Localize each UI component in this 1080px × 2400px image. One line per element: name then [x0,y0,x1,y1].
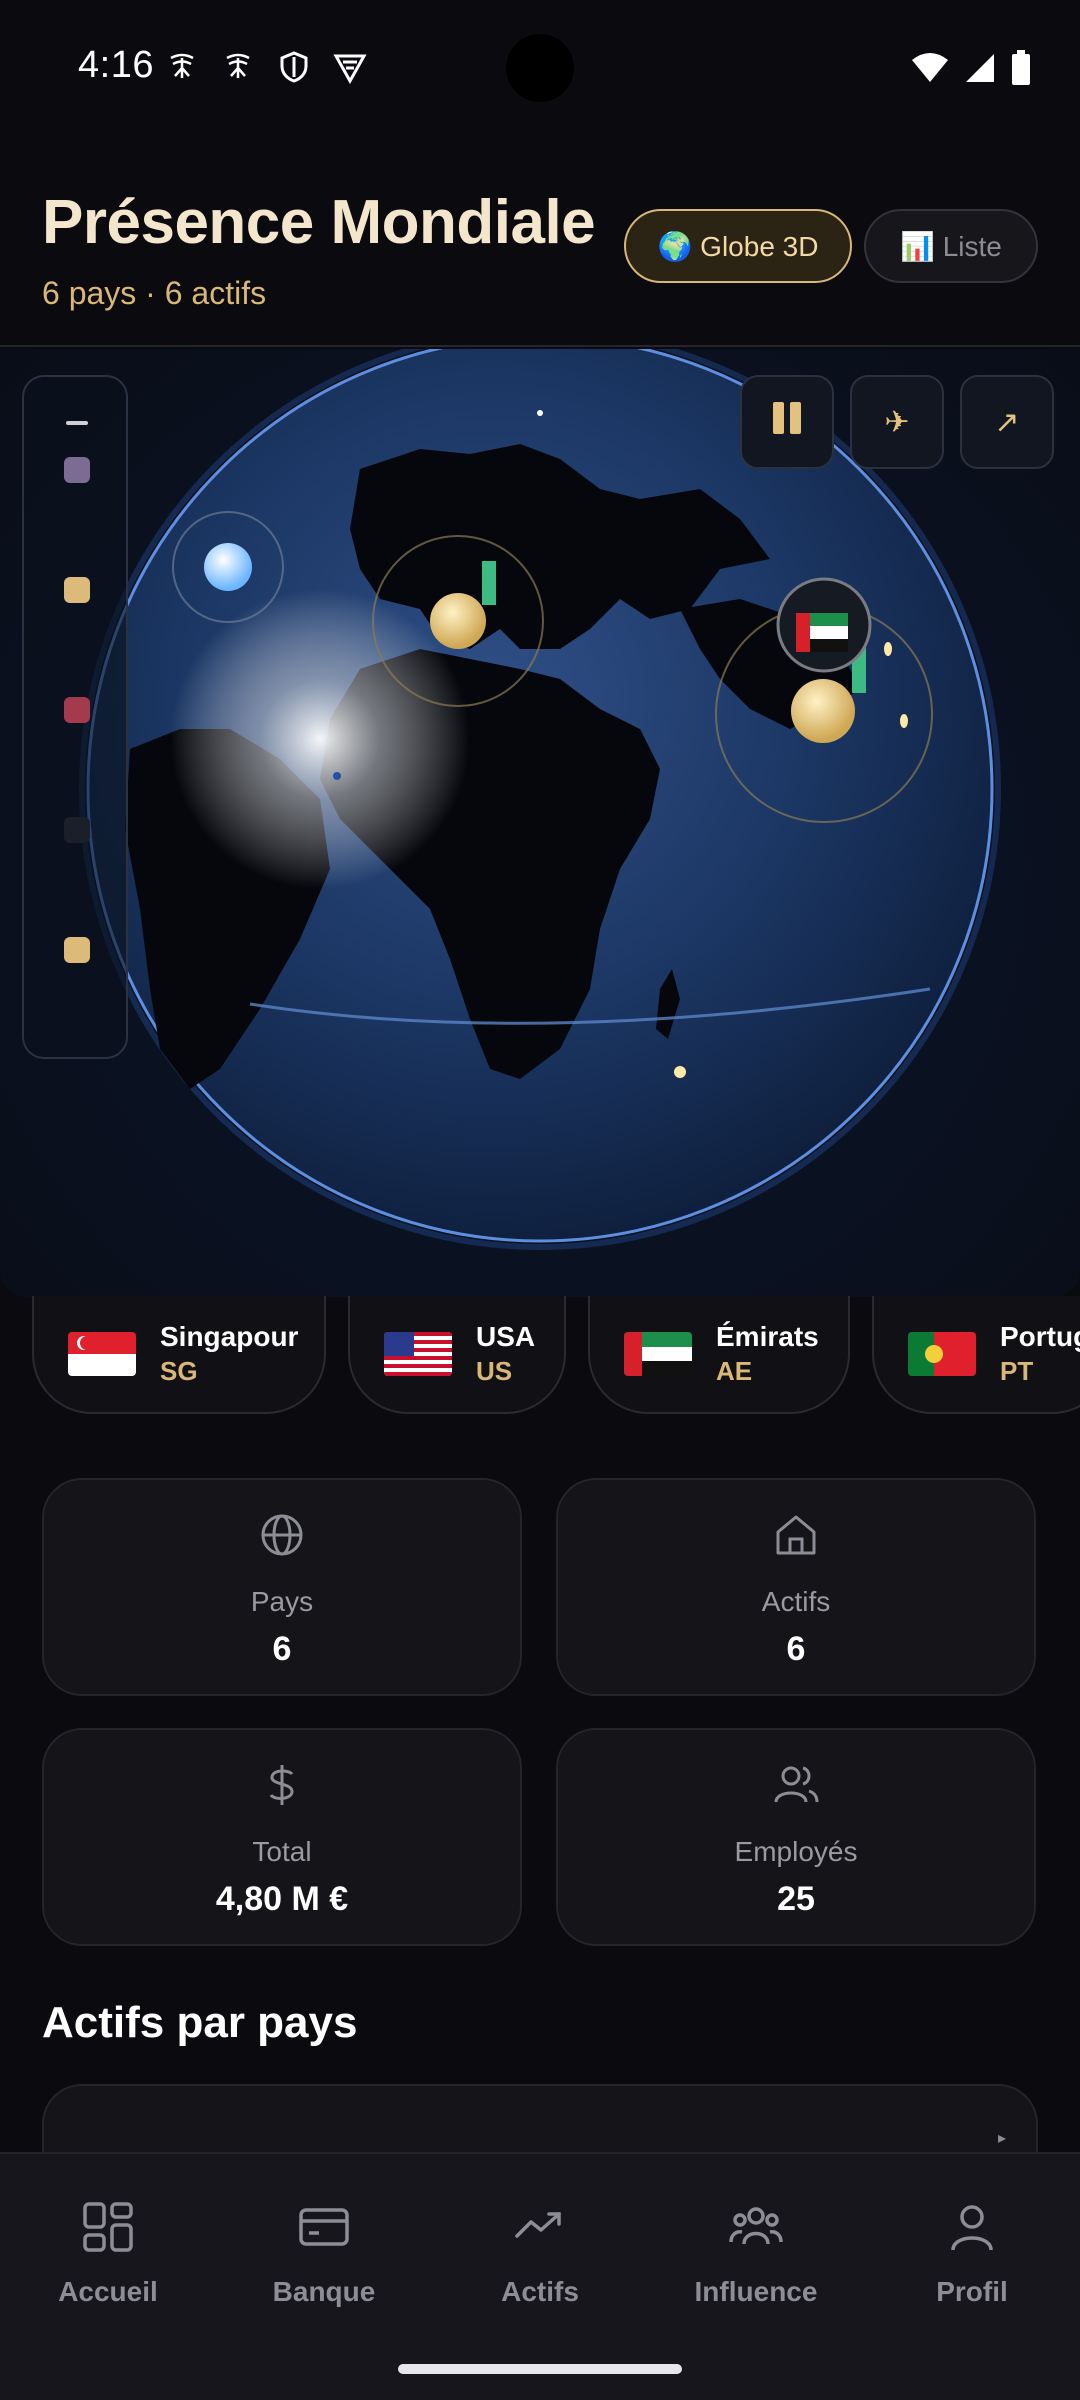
stat-label: Total [252,1836,312,1867]
globe-graphic[interactable] [0,349,1080,1297]
section-title: Actifs par pays [42,1998,358,2047]
nav-label: Influence [694,2276,818,2307]
stat-label: Actifs [761,1586,831,1617]
stat-label: Employés [734,1836,858,1867]
singapore-flag-icon [68,1332,136,1376]
nav-label: Accueil [58,2276,158,2307]
legend-swatch [64,937,90,963]
globe-view[interactable]: ✈ ↗ [0,349,1080,1297]
legend-swatch [64,457,90,483]
camera-cutout [506,34,574,102]
bottom-navigation: Accueil Banque Actifs Influence Profil [0,2152,1080,2400]
uae-flag-icon [624,1332,692,1376]
home-indicator[interactable] [398,2364,682,2374]
country-name: Singapour [160,1321,299,1352]
list-toggle[interactable]: 📊 Liste [864,209,1038,283]
status-time: 4:16 [78,44,154,86]
country-chip-sg[interactable]: Singapour SG [32,1296,326,1414]
shield-icon [277,50,311,84]
legend-swatch [64,577,90,603]
fly-to-button[interactable]: ✈ [850,375,944,469]
pause-button[interactable] [740,375,834,469]
country-code: PT [1000,1356,1034,1386]
country-chip-us[interactable]: USA US [348,1296,566,1414]
stat-value: 25 [777,1880,815,1918]
globe-3d-label: 🌍 Globe 3D [657,230,819,262]
legend-collapse-icon[interactable] [66,421,88,425]
page-header: Présence Mondiale 6 pays · 6 actifs 🌍 Gl… [0,135,1080,347]
wifi-icon [910,52,950,89]
nav-label: Profil [936,2276,1008,2307]
chevron-right-icon: ▸ [997,2130,1006,2147]
country-code: US [476,1356,513,1386]
card-icon [297,2200,351,2254]
country-chip-ae[interactable]: Émirats AE [588,1296,850,1414]
legend-swatch [64,817,90,843]
stat-value: 6 [786,1630,806,1668]
home-icon [773,1512,819,1558]
users-icon [773,1762,819,1808]
expand-arrow-icon: ↗ [994,405,1020,439]
usa-flag-icon [384,1332,452,1376]
notification-icons [165,50,367,85]
status-bar: 4:16 [0,0,1080,135]
globe-3d-toggle[interactable]: 🌍 Globe 3D [624,209,852,283]
nav-label: Banque [272,2276,376,2307]
legend-panel[interactable] [22,375,128,1059]
nav-label: Actifs [501,2276,579,2307]
legend-swatch [64,697,90,723]
country-name: Portug [1000,1321,1080,1352]
list-label: 📊 Liste [900,230,1002,262]
expand-button[interactable]: ↗ [960,375,1054,469]
country-name: USA [476,1321,536,1352]
globe-icon [259,1512,305,1558]
nav-profil[interactable]: Profil [872,2200,1072,2308]
vpn-icon [333,50,367,85]
nav-actifs[interactable]: Actifs [440,2200,640,2308]
stat-card-pays: Pays 6 [42,1478,522,1696]
app-notification-icon [165,50,199,84]
people-icon [729,2200,783,2254]
stat-card-total: Total 4,80 M € [42,1728,522,1946]
battery-icon [1010,50,1032,91]
nav-banque[interactable]: Banque [224,2200,424,2308]
stat-label: Pays [250,1586,314,1617]
user-icon [945,2200,999,2254]
nav-accueil[interactable]: Accueil [8,2200,208,2308]
portugal-flag-icon [908,1332,976,1376]
signal-icon [964,52,996,89]
dashboard-icon [81,2200,135,2254]
stat-value: 6 [272,1630,292,1668]
plane-icon: ✈ [884,405,910,439]
page-subtitle: 6 pays · 6 actifs [42,275,267,311]
country-code: AE [716,1356,753,1386]
app-notification-icon [221,50,255,84]
pause-icon [771,400,803,444]
country-chips: Singapour SG USA US Émirats AE Portu PT [0,1296,1080,1416]
stat-card-actifs: Actifs 6 [556,1478,1036,1696]
page-title: Présence Mondiale [42,188,596,257]
stat-value: 4,80 M € [215,1880,349,1918]
ae-flag-marker [776,577,872,673]
stat-card-employes: Employés 25 [556,1728,1036,1946]
nav-influence[interactable]: Influence [656,2200,856,2308]
country-name: Émirats [716,1321,819,1352]
app-screen: 4:16 Présence Mondiale 6 pays · 6 actifs… [0,0,1080,2400]
trending-icon [513,2200,567,2254]
system-status-icons [910,50,1032,91]
dollar-icon [259,1762,305,1808]
country-chip-pt[interactable]: Portug PT [872,1296,1080,1414]
country-code: SG [160,1356,198,1386]
